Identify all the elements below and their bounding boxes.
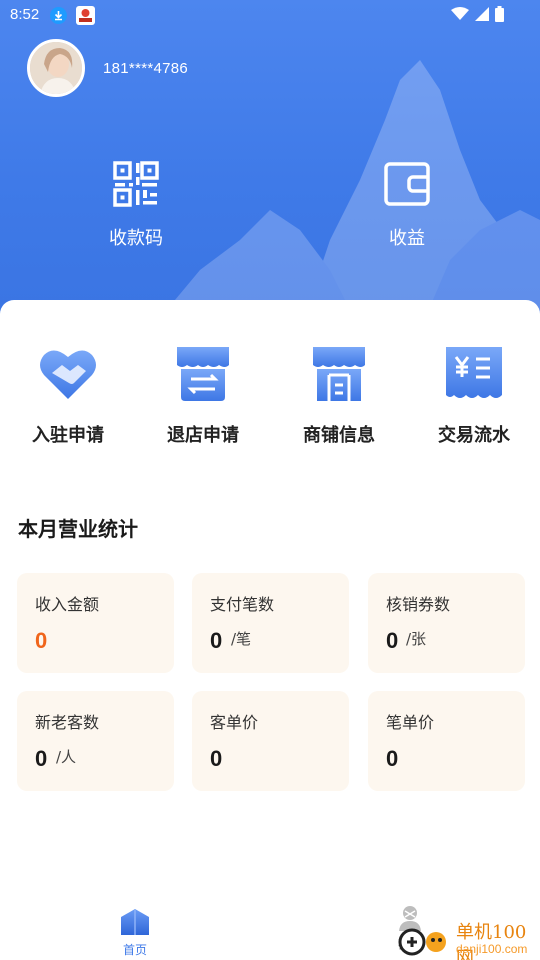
menu-label: 入驻申请 <box>32 425 104 446</box>
signal-icon <box>475 7 489 21</box>
phone-number: 181****4786 <box>103 60 189 77</box>
stat-value: 0 <box>210 746 223 771</box>
stat-value: 0 <box>35 746 48 771</box>
store-icon <box>313 347 365 401</box>
stat-card-coupons[interactable]: 核销券数 0 /张 <box>368 573 525 673</box>
watermark: 单机100网 danji100.com <box>396 918 540 960</box>
stat-label: 收入金额 <box>35 595 100 614</box>
qr-code-label: 收款码 <box>109 228 163 249</box>
menu-item-exit[interactable]: 退店申请 <box>148 343 258 447</box>
menu-item-join[interactable]: 入驻申请 <box>13 343 123 447</box>
home-icon <box>121 909 149 935</box>
stat-card-avg-customer-price[interactable]: 客单价 0 <box>192 691 349 791</box>
tab-home[interactable]: 首页 <box>110 907 160 958</box>
download-icon <box>50 7 67 24</box>
handshake-icon <box>40 350 96 399</box>
stat-label: 笔单价 <box>386 713 435 732</box>
battery-icon <box>495 6 504 22</box>
menu-label: 退店申请 <box>167 425 239 446</box>
stat-unit: /人 <box>56 748 77 766</box>
menu-item-store-info[interactable]: 商铺信息 <box>284 343 394 447</box>
status-bar: 8:52 <box>0 0 540 32</box>
stat-label: 支付笔数 <box>210 595 275 614</box>
stat-unit: /笔 <box>231 630 252 648</box>
store-exchange-icon <box>177 347 229 401</box>
qr-code-icon <box>113 161 159 207</box>
stat-card-avg-order-price[interactable]: 笔单价 0 <box>368 691 525 791</box>
stat-value: 0 <box>35 628 48 653</box>
stat-label: 核销券数 <box>386 595 451 614</box>
status-time: 8:52 <box>10 6 40 23</box>
header-banner: 8:52 181****4786 收款码 收益 <box>0 0 540 330</box>
wifi-icon <box>451 7 469 20</box>
status-right-icons <box>451 6 504 22</box>
tab-home-label: 首页 <box>122 943 147 957</box>
stat-label: 新老客数 <box>35 713 100 732</box>
stat-value: 0 <box>386 746 399 771</box>
wallet-icon <box>384 162 430 206</box>
income-button[interactable]: 收益 <box>357 160 457 250</box>
section-title: 本月营业统计 <box>18 517 138 541</box>
stat-card-revenue[interactable]: 收入金额 0 <box>17 573 174 673</box>
stat-value: 0 <box>386 628 399 653</box>
menu-label: 商铺信息 <box>303 425 375 446</box>
avatar[interactable] <box>27 39 85 97</box>
stat-unit: /张 <box>406 630 427 648</box>
stat-card-customers[interactable]: 新老客数 0 /人 <box>17 691 174 791</box>
income-label: 收益 <box>389 228 425 249</box>
watermark-logo-icon <box>398 928 446 956</box>
watermark-url: danji100.com <box>456 942 528 956</box>
qr-code-button[interactable]: 收款码 <box>86 160 186 250</box>
menu-item-transactions[interactable]: 交易流水 <box>419 343 529 447</box>
mountain-background <box>150 60 540 330</box>
stat-value: 0 <box>210 628 223 653</box>
receipt-icon <box>446 347 502 398</box>
stat-card-payments[interactable]: 支付笔数 0 /笔 <box>192 573 349 673</box>
menu-label: 交易流水 <box>438 425 510 446</box>
stat-label: 客单价 <box>210 713 259 732</box>
app-icon <box>76 6 95 25</box>
